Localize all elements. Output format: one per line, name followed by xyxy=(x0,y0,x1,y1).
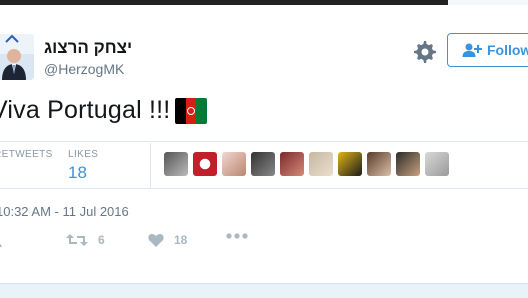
tweet-text: Viva Portugal !!! xyxy=(0,96,208,125)
stats-divider-top xyxy=(0,141,528,142)
retweet-icon xyxy=(66,234,88,246)
reply-icon xyxy=(0,243,2,247)
reply-button[interactable] xyxy=(0,233,6,247)
follow-button[interactable]: Follow xyxy=(447,33,528,67)
user-handle[interactable]: @HerzogMK xyxy=(44,61,124,77)
liker-avatar[interactable] xyxy=(367,152,391,176)
liker-avatar[interactable] xyxy=(193,152,217,176)
liker-avatar[interactable] xyxy=(425,152,449,176)
stats-divider-bottom xyxy=(0,188,528,189)
more-dots-icon xyxy=(226,233,248,239)
retweets-label[interactable]: RETWEETS xyxy=(0,149,53,160)
liker-avatar[interactable] xyxy=(280,152,304,176)
follow-user-icon xyxy=(462,43,482,57)
likes-label[interactable]: LIKES xyxy=(68,149,98,160)
like-count: 18 xyxy=(174,233,188,247)
follow-button-label: Follow xyxy=(487,42,528,58)
retweet-button[interactable]: 6 xyxy=(66,233,105,247)
liker-avatar[interactable] xyxy=(251,152,275,176)
liker-avatar[interactable] xyxy=(164,152,188,176)
liker-avatar[interactable] xyxy=(338,152,362,176)
heart-icon xyxy=(148,233,164,247)
liker-avatar[interactable] xyxy=(222,152,246,176)
stats-vertical-divider xyxy=(150,143,151,188)
avatar-photo-icon xyxy=(0,34,34,80)
user-full-name[interactable]: יצחק הרצוג xyxy=(44,38,132,58)
top-nav-search-area xyxy=(448,0,528,5)
like-button[interactable]: 18 xyxy=(148,233,187,247)
likes-count[interactable]: 18 xyxy=(68,163,87,183)
profile-avatar[interactable] xyxy=(0,34,34,80)
liker-avatar[interactable] xyxy=(396,152,420,176)
more-actions-button[interactable] xyxy=(226,233,248,239)
tweet-text-content: Viva Portugal !!! xyxy=(0,96,171,124)
user-actions-gear-icon[interactable] xyxy=(413,40,437,64)
retweet-count: 6 xyxy=(98,233,105,247)
reply-composer-area[interactable] xyxy=(0,283,528,298)
liker-avatar[interactable] xyxy=(309,152,333,176)
afghanistan-flag-icon xyxy=(175,97,208,124)
tweet-timestamp[interactable]: 10:32 AM - 11 Jul 2016 xyxy=(0,204,129,219)
liker-avatars xyxy=(164,152,449,176)
